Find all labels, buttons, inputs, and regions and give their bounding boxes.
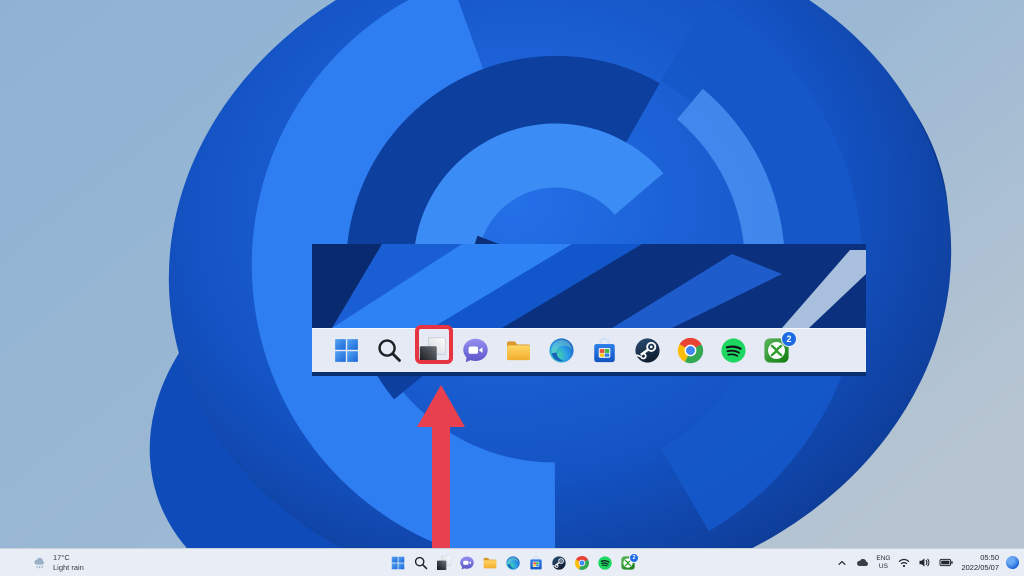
inset-taskbar: 2 <box>312 328 866 372</box>
chat-icon[interactable] <box>459 555 475 571</box>
notification-badge[interactable] <box>1006 556 1019 569</box>
battery-icon[interactable] <box>939 556 954 569</box>
spotify-icon[interactable] <box>719 336 748 365</box>
inset-bottom-strip <box>312 372 866 376</box>
search-icon[interactable] <box>375 336 404 365</box>
annotation-arrow <box>417 385 465 549</box>
highlight-box-task-view <box>415 325 453 364</box>
volume-icon[interactable] <box>918 556 932 569</box>
weather-temperature: 17°C <box>53 552 70 562</box>
xbox-icon[interactable]: 2 <box>762 330 797 365</box>
xbox-icon[interactable]: 2 <box>620 552 639 571</box>
language-line1: ENG <box>876 555 891 563</box>
inset-wallpaper <box>312 244 866 328</box>
microsoft-store-icon[interactable] <box>590 336 619 365</box>
clock-time: 05:50 <box>980 552 999 562</box>
xbox-badge: 2 <box>629 552 639 563</box>
task-view-icon[interactable] <box>436 555 452 571</box>
chat-icon[interactable] <box>461 336 490 365</box>
chrome-icon[interactable] <box>676 336 705 365</box>
system-tray: ENG US 05:50 2022/05/07 <box>836 549 1019 576</box>
file-explorer-icon[interactable] <box>482 555 498 571</box>
steam-icon[interactable] <box>633 336 662 365</box>
spotify-icon[interactable] <box>597 555 613 571</box>
edge-icon[interactable] <box>547 336 576 365</box>
chevron-up-icon[interactable] <box>836 557 848 569</box>
clock[interactable]: 05:50 2022/05/07 <box>961 553 999 573</box>
clock-date: 2022/05/07 <box>961 562 999 572</box>
start-icon[interactable] <box>332 336 361 365</box>
weather-condition: Light rain <box>53 562 84 572</box>
xbox-badge: 2 <box>781 330 797 347</box>
weather-widget[interactable]: 17°C Light rain <box>32 549 84 576</box>
taskbar: 17°C Light rain 2 ENG US 05:50 2022/05/0… <box>0 548 1024 576</box>
start-icon[interactable] <box>390 555 406 571</box>
language-line2: US <box>878 562 888 570</box>
weather-rain-icon <box>34 557 45 568</box>
file-explorer-icon[interactable] <box>504 336 533 365</box>
wifi-icon[interactable] <box>897 556 911 569</box>
language-indicator[interactable]: ENG US <box>876 555 890 570</box>
taskbar-zoom-inset: 2 <box>312 244 866 376</box>
chrome-icon[interactable] <box>574 555 590 571</box>
microsoft-store-icon[interactable] <box>528 555 544 571</box>
steam-icon[interactable] <box>551 555 567 571</box>
onedrive-cloud-icon[interactable] <box>855 556 869 570</box>
desktop: 2 17°C Light rain 2 ENG US 05:50 2022/05… <box>0 0 1024 576</box>
edge-icon[interactable] <box>505 555 521 571</box>
search-icon[interactable] <box>413 555 429 571</box>
taskbar-icons: 2 <box>390 549 639 576</box>
